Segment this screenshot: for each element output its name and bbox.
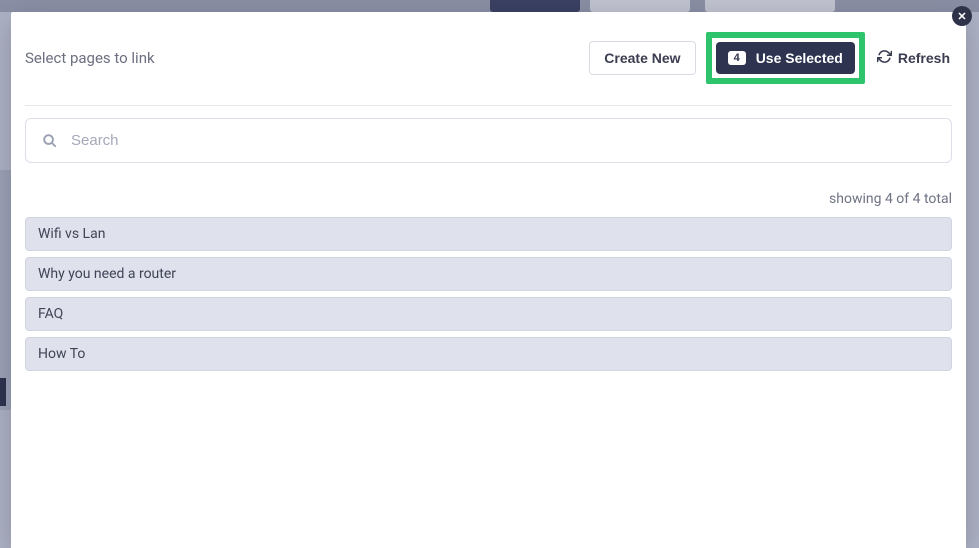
- use-selected-label: Use Selected: [756, 50, 843, 66]
- pages-list: Wifi vs Lan Why you need a router FAQ Ho…: [11, 217, 966, 371]
- search-field[interactable]: [25, 118, 952, 163]
- create-new-button[interactable]: Create New: [589, 41, 695, 75]
- background-button: [590, 0, 690, 12]
- selected-count-badge: 4: [728, 51, 746, 65]
- modal-header: Select pages to link Create New 4 Use Se…: [11, 12, 966, 105]
- header-actions: Create New 4 Use Selected Refresh: [589, 32, 952, 84]
- highlight-annotation: 4 Use Selected: [706, 32, 865, 84]
- search-input[interactable]: [71, 132, 935, 149]
- refresh-button[interactable]: Refresh: [875, 41, 952, 75]
- divider: [25, 105, 952, 106]
- list-item[interactable]: FAQ: [25, 297, 952, 331]
- search-icon: [42, 133, 57, 148]
- close-icon: ✕: [957, 10, 966, 23]
- refresh-label: Refresh: [898, 50, 950, 66]
- result-count: showing 4 of 4 total: [11, 175, 966, 217]
- select-pages-modal: ✕ Select pages to link Create New 4 Use …: [11, 12, 966, 548]
- refresh-icon: [877, 49, 892, 67]
- close-button[interactable]: ✕: [952, 6, 972, 26]
- background-button: [490, 0, 580, 12]
- modal-title: Select pages to link: [25, 49, 589, 67]
- background-button: [705, 0, 835, 12]
- background-sidebar-active: [0, 378, 6, 406]
- background-sidebar: [0, 170, 11, 410]
- use-selected-button[interactable]: 4 Use Selected: [716, 42, 855, 74]
- list-item[interactable]: How To: [25, 337, 952, 371]
- list-item[interactable]: Why you need a router: [25, 257, 952, 291]
- list-item[interactable]: Wifi vs Lan: [25, 217, 952, 251]
